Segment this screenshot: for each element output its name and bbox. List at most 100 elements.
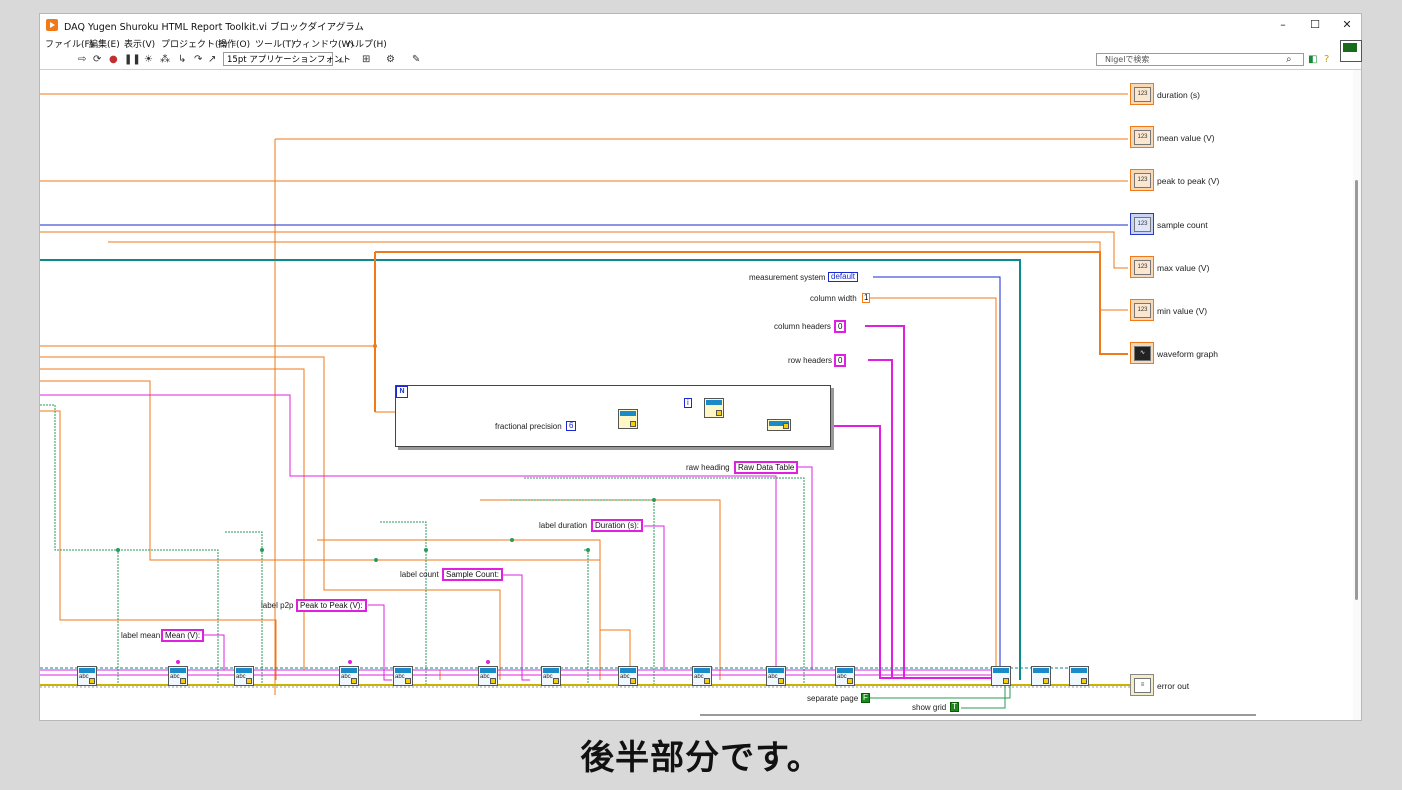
vi-icon xyxy=(1340,40,1362,62)
append-text-subvi[interactable]: abc xyxy=(618,666,638,686)
menu-help[interactable]: ヘルプ(H) xyxy=(346,37,387,50)
sample-count-indicator-label: sample count xyxy=(1157,220,1208,230)
fractional-precision-label: fractional precision xyxy=(495,422,562,431)
append-text-subvi[interactable]: abc xyxy=(478,666,498,686)
search-icon[interactable]: ⌕ xyxy=(1286,54,1292,65)
align-objects-icon[interactable]: ⫠ xyxy=(338,54,344,65)
run-continuously-icon[interactable]: ⟳ xyxy=(93,54,101,65)
search-input[interactable]: Nigelで検索 xyxy=(1096,53,1304,66)
fractional-precision-constant[interactable]: 6 xyxy=(566,421,577,431)
menu-operate[interactable]: 操作(O) xyxy=(218,37,250,50)
show-grid-constant[interactable]: T xyxy=(950,702,959,712)
save-report-subvi[interactable] xyxy=(1031,666,1051,686)
menu-edit[interactable]: 編集(E) xyxy=(89,37,120,50)
title-bar: DAQ Yugen Shuroku HTML Report Toolkit.vi… xyxy=(40,14,1361,36)
column-width-constant[interactable]: 1 xyxy=(862,293,871,303)
label-mean-label: label mean xyxy=(121,631,161,640)
min-value-indicator-label: min value (V) xyxy=(1157,306,1208,316)
label-p2p-constant[interactable]: Peak to Peak (V): xyxy=(296,599,367,612)
mean-value-indicator[interactable]: 123 xyxy=(1130,126,1154,148)
append-text-subvi[interactable]: abc xyxy=(541,666,561,686)
append-table-subvi[interactable] xyxy=(991,666,1011,686)
block-diagram[interactable]: 123 duration (s) 123 mean value (V) 123 … xyxy=(40,70,1352,720)
run-arrow-icon[interactable]: ⇨ xyxy=(78,54,86,65)
append-text-subvi[interactable]: abc xyxy=(393,666,413,686)
cleanup-diagram-icon[interactable]: ✎ xyxy=(412,54,420,65)
close-button[interactable]: ✕ xyxy=(1332,16,1361,34)
row-headers-array[interactable]: 0 xyxy=(834,354,847,367)
menu-view[interactable]: 表示(V) xyxy=(124,37,155,50)
step-over-icon[interactable]: ↷ xyxy=(194,54,202,65)
number-to-fractional-string-node[interactable] xyxy=(618,409,638,429)
max-value-indicator[interactable]: 123 xyxy=(1130,256,1154,278)
separate-page-constant[interactable]: F xyxy=(861,693,870,703)
label-duration-constant[interactable]: Duration (s): xyxy=(591,519,644,532)
step-into-icon[interactable]: ↳ xyxy=(178,54,186,65)
vertical-scrollbar[interactable] xyxy=(1353,70,1361,720)
error-out-indicator-label: error out xyxy=(1157,681,1190,691)
raw-heading-constant[interactable]: Raw Data Table xyxy=(734,461,799,474)
distribute-objects-icon[interactable]: ⊞ xyxy=(362,54,370,65)
index-format-node[interactable] xyxy=(704,398,724,418)
row-headers-label: row headers xyxy=(788,356,833,365)
label-count-constant[interactable]: Sample Count: xyxy=(442,568,503,581)
min-value-indicator[interactable]: 123 xyxy=(1130,299,1154,321)
separate-page-label: separate page xyxy=(807,694,859,703)
waveform-graph-icon: ∿ xyxy=(1134,346,1151,361)
label-duration-label: label duration xyxy=(539,521,588,530)
build-array-node[interactable] xyxy=(767,419,791,431)
peak-to-peak-indicator-label: peak to peak (V) xyxy=(1157,176,1220,186)
highlight-execution-icon[interactable]: ☀ xyxy=(144,54,153,65)
retain-wire-values-icon[interactable]: ⁂ xyxy=(160,54,170,65)
append-text-subvi[interactable]: abc xyxy=(339,666,359,686)
labview-app-icon xyxy=(46,19,58,31)
dispose-report-subvi[interactable] xyxy=(1069,666,1089,686)
measurement-system-ring[interactable]: default xyxy=(828,272,859,282)
menu-tools[interactable]: ツール(T) xyxy=(255,37,295,50)
label-count-label: label count xyxy=(400,570,439,579)
toolbar: ⇨ ⟳ ● ❚❚ ☀ ⁂ ↳ ↷ ↗ 15pt アプリケーションフォント ⫠ ⊞… xyxy=(40,51,1361,70)
column-headers-label: column headers xyxy=(774,322,831,331)
label-mean-constant[interactable]: Mean (V): xyxy=(161,629,205,642)
mean-value-indicator-label: mean value (V) xyxy=(1157,133,1215,143)
for-loop[interactable]: N fractional precision 6 i xyxy=(395,385,831,447)
measurement-system-label: measurement system xyxy=(749,273,826,282)
column-width-label: column width xyxy=(810,294,857,303)
max-value-indicator-label: max value (V) xyxy=(1157,263,1210,273)
peak-to-peak-indicator[interactable]: 123 xyxy=(1130,169,1154,191)
labview-window: DAQ Yugen Shuroku HTML Report Toolkit.vi… xyxy=(39,13,1362,721)
error-out-indicator[interactable]: ≡ xyxy=(1130,674,1154,696)
menu-window[interactable]: ウィンドウ(W) xyxy=(293,37,354,50)
reorder-icon[interactable]: ⚙ xyxy=(386,54,395,65)
font-select[interactable]: 15pt アプリケーションフォント xyxy=(223,52,351,66)
pause-icon[interactable]: ❚❚ xyxy=(124,54,141,65)
append-text-subvi[interactable]: abc xyxy=(766,666,786,686)
maximize-button[interactable]: ☐ xyxy=(1300,16,1330,34)
show-grid-label: show grid xyxy=(912,703,947,712)
raw-heading-label: raw heading xyxy=(686,463,730,472)
loop-count-terminal[interactable]: N xyxy=(396,386,408,398)
append-text-subvi[interactable]: abc xyxy=(77,666,97,686)
menu-file[interactable]: ファイル(F) xyxy=(45,37,93,50)
help-question-icon[interactable]: ? xyxy=(1324,54,1329,65)
loop-index-terminal: i xyxy=(684,398,692,408)
horizontal-scroll-thumb[interactable] xyxy=(700,714,1256,716)
append-text-subvi[interactable]: abc xyxy=(692,666,712,686)
append-text-subvi[interactable]: abc xyxy=(168,666,188,686)
abort-icon[interactable]: ● xyxy=(109,54,118,65)
duration-indicator[interactable]: 123 xyxy=(1130,83,1154,105)
sample-count-indicator[interactable]: 123 xyxy=(1130,213,1154,235)
append-text-subvi[interactable]: abc xyxy=(234,666,254,686)
column-headers-array[interactable]: 0 xyxy=(834,320,847,333)
caption-text: 後半部分です。 xyxy=(580,738,822,778)
step-out-icon[interactable]: ↗ xyxy=(208,54,216,65)
append-text-subvi[interactable]: abc xyxy=(835,666,855,686)
waveform-graph-indicator-label: waveform graph xyxy=(1157,349,1218,359)
menu-bar: ファイル(F) 編集(E) 表示(V) プロジェクト(P) 操作(O) ツール(… xyxy=(40,36,1361,50)
vertical-scroll-thumb[interactable] xyxy=(1355,180,1358,600)
vi-icon-graph xyxy=(1343,43,1357,52)
context-help-icon[interactable]: ◧ xyxy=(1308,54,1317,65)
duration-indicator-label: duration (s) xyxy=(1157,90,1200,100)
minimize-button[interactable]: – xyxy=(1268,16,1298,34)
waveform-graph-indicator[interactable]: ∿ xyxy=(1130,342,1154,364)
